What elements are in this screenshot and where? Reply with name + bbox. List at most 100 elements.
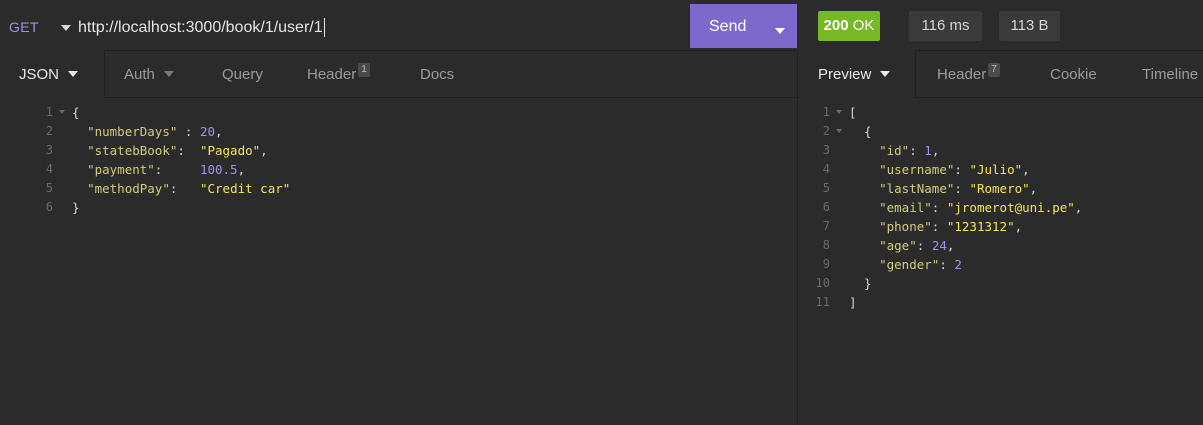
json-punct: , <box>1074 200 1083 215</box>
line-number: 3 <box>45 143 53 157</box>
tab-docs[interactable]: Docs <box>420 50 454 97</box>
status-text: OK <box>852 17 875 34</box>
header-count-badge: 1 <box>358 63 370 77</box>
chevron-down-icon <box>68 71 79 78</box>
line-number: 5 <box>45 181 53 195</box>
json-punct: : <box>169 181 200 196</box>
response-size-badge: 113 B <box>999 11 1060 41</box>
fold-arrow-icon[interactable] <box>59 110 65 114</box>
chevron-down-icon <box>880 71 891 78</box>
request-tabs: JSON Auth Query Header 1 Docs <box>0 50 797 98</box>
json-key: "numberDays" <box>87 124 178 139</box>
json-punct: : <box>931 219 947 234</box>
json-punct: : <box>954 162 970 177</box>
json-punct: : <box>177 124 200 139</box>
tab-json-label: JSON <box>19 66 60 83</box>
json-string: "Credit car" <box>199 181 291 196</box>
json-punct <box>72 162 87 177</box>
tab-timeline[interactable]: Timeline <box>1142 50 1198 97</box>
json-key: "id" <box>879 143 910 158</box>
code-line: 1[ <box>798 103 1203 122</box>
tab-response-header-label: Header <box>937 66 987 83</box>
json-punct: : <box>916 238 932 253</box>
tab-auth-label: Auth <box>124 66 155 83</box>
line-number: 11 <box>815 295 830 309</box>
fold-arrow-icon[interactable] <box>836 110 842 114</box>
json-punct: } <box>849 276 872 291</box>
code-text: "numberDays" : 20, <box>72 122 222 141</box>
url-input[interactable]: http://localhost:3000/book/1/user/1 <box>78 17 325 39</box>
code-line: 2 { <box>798 122 1203 141</box>
tab-preview[interactable]: Preview <box>798 50 916 98</box>
send-button[interactable]: Send <box>690 4 797 48</box>
method-select[interactable]: GET <box>9 19 39 35</box>
chevron-down-icon[interactable] <box>61 25 71 31</box>
request-body-editor[interactable]: 1{2 "numberDays" : 20, 3 "statebBook": "P… <box>0 103 797 217</box>
tab-cookie-label: Cookie <box>1050 66 1097 83</box>
json-punct: } <box>72 200 80 215</box>
tab-query[interactable]: Query <box>222 50 263 97</box>
response-header-count-badge: 7 <box>988 63 1000 77</box>
json-key: "phone" <box>879 219 932 234</box>
json-string: "jromerot@uni.pe" <box>946 200 1075 215</box>
code-text: "username": "Julio", <box>849 160 1030 179</box>
json-punct: , <box>1022 162 1030 177</box>
code-text: "phone": "1231312", <box>849 217 1022 236</box>
code-text: "payment": 100.5, <box>72 160 245 179</box>
json-punct: : <box>177 143 200 158</box>
json-punct: : <box>939 257 955 272</box>
line-number: 5 <box>822 181 830 195</box>
json-punct: { <box>72 105 80 120</box>
json-number: 1 <box>924 143 932 158</box>
code-text: "gender": 2 <box>849 255 962 274</box>
send-options-chevron-icon[interactable] <box>775 28 785 34</box>
tab-json[interactable]: JSON <box>0 50 105 98</box>
line-number: 6 <box>45 200 53 214</box>
code-text: { <box>72 103 80 122</box>
status-badge: 200 OK <box>818 11 880 41</box>
code-line: 9 "gender": 2 <box>798 255 1203 274</box>
response-tabs: Preview Header 7 Cookie Timeline <box>798 50 1203 98</box>
tab-query-label: Query <box>222 66 263 83</box>
tab-cookie[interactable]: Cookie <box>1050 50 1097 97</box>
code-line: 10 } <box>798 274 1203 293</box>
line-number: 8 <box>822 238 830 252</box>
tab-auth[interactable]: Auth <box>124 50 174 97</box>
code-line: 6} <box>0 198 797 217</box>
line-number: 9 <box>822 257 830 271</box>
status-code: 200 <box>823 17 849 34</box>
json-number: 24 <box>931 238 947 253</box>
json-punct: , <box>1014 219 1023 234</box>
json-key: "methodPay" <box>87 181 170 196</box>
json-punct <box>849 257 879 272</box>
code-text: "age": 24, <box>849 236 954 255</box>
json-punct <box>849 219 879 234</box>
line-number: 2 <box>822 124 830 138</box>
code-line: 3 "statebBook": "Pagado", <box>0 141 797 160</box>
json-punct: , <box>237 162 246 177</box>
code-line: 5 "methodPay": "Credit car" <box>0 179 797 198</box>
code-line: 11] <box>798 293 1203 312</box>
json-punct: : <box>931 200 947 215</box>
json-punct <box>72 124 87 139</box>
line-number: 10 <box>815 276 830 290</box>
json-string: "1231312" <box>946 219 1015 234</box>
code-text: "statebBook": "Pagado", <box>72 141 268 160</box>
json-key: "lastName" <box>879 181 955 196</box>
json-punct <box>849 200 879 215</box>
line-number: 2 <box>45 124 53 138</box>
fold-arrow-icon[interactable] <box>836 129 842 133</box>
tab-response-header[interactable]: Header 7 <box>937 50 1000 97</box>
json-punct: [ <box>849 105 857 120</box>
code-text: { <box>849 122 872 141</box>
code-text: "id": 1, <box>849 141 939 160</box>
tab-preview-label: Preview <box>818 66 872 83</box>
json-key: "age" <box>879 238 917 253</box>
json-number: 20 <box>199 124 216 139</box>
json-punct: { <box>849 124 872 139</box>
line-number: 4 <box>822 162 830 176</box>
tab-header[interactable]: Header 1 <box>307 50 370 97</box>
json-punct: , <box>260 143 268 158</box>
code-line: 4 "username": "Julio", <box>798 160 1203 179</box>
json-number: 2 <box>954 257 962 272</box>
